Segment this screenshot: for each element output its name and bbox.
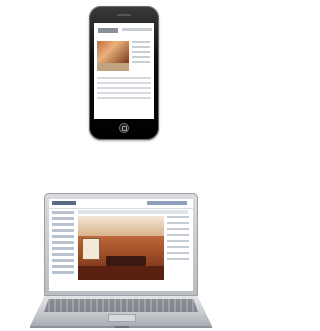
phone-site-header	[96, 26, 152, 36]
phone-side-text	[132, 41, 150, 71]
phone-speaker	[117, 14, 131, 16]
laptop-site-logo	[52, 201, 76, 205]
laptop-site-tabs	[78, 210, 188, 214]
smartphone-icon	[89, 6, 159, 140]
home-button-icon	[119, 123, 129, 133]
phone-site-logo	[98, 28, 118, 33]
phone-site-nav	[122, 28, 152, 31]
device-showcase	[0, 0, 245, 331]
laptop-interior-photo	[78, 216, 164, 280]
phone-screen	[94, 23, 154, 119]
phone-interior-photo-floor	[97, 63, 129, 71]
laptop-trackpad	[108, 314, 136, 322]
laptop-notch	[115, 326, 129, 328]
laptop-site-sidebar	[52, 211, 74, 287]
laptop-icon	[44, 193, 198, 296]
laptop-site-search	[147, 201, 187, 205]
phone-interior-photo	[97, 41, 129, 63]
phone-body-text	[97, 77, 151, 102]
laptop-side-text	[167, 216, 189, 280]
laptop-screen	[49, 199, 193, 291]
laptop-keyboard	[44, 299, 198, 312]
laptop-site-header	[49, 199, 193, 209]
